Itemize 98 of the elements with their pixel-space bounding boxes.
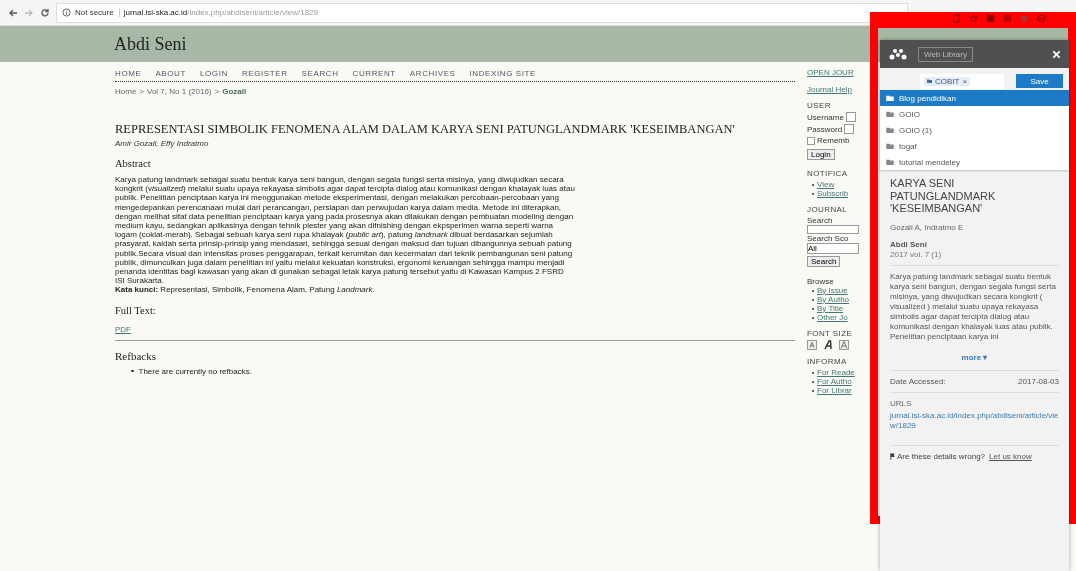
field-label: Password xyxy=(807,124,843,134)
field-label: Search Sco xyxy=(807,234,849,243)
menu-icon[interactable] xyxy=(1037,14,1046,23)
security-label: Not secure xyxy=(75,8,120,17)
people-logo-icon xyxy=(888,48,908,60)
scope-dropdown[interactable]: All xyxy=(807,243,859,254)
font-smaller-icon[interactable] xyxy=(807,340,817,350)
tag-chip[interactable]: COBIT × xyxy=(924,76,971,86)
folder-icon xyxy=(886,111,894,117)
breadcrumb-link[interactable]: Vol 7, No 1 (2016) xyxy=(147,87,212,96)
sidebar-link[interactable]: Other Jo xyxy=(817,313,848,322)
abstract-heading: Abstract xyxy=(115,158,152,169)
folder-item[interactable]: GOIO (1) xyxy=(880,122,1069,138)
address-bar[interactable]: Not secure jurnal.isi-ska.ac.id/index.php/abdiseni/article/view/1829 xyxy=(56,2,908,23)
extension-icon[interactable] xyxy=(952,14,961,23)
sidebar-link[interactable]: Journal Help xyxy=(807,85,852,94)
breadcrumb-separator: > xyxy=(139,87,144,96)
checkbox-label: Rememb xyxy=(817,136,850,145)
document-title: KARYA SENI PATUNGLANDMARK 'KESEIMBANGAN' xyxy=(890,177,997,215)
sidebar-heading: NOTIFICA xyxy=(807,169,848,178)
field-label: Username xyxy=(807,112,844,122)
more-link[interactable]: more ▾ xyxy=(961,352,988,362)
sidebar-link[interactable]: For Librar xyxy=(817,386,852,395)
sidebar-link[interactable]: OPEN JOUR xyxy=(807,68,854,77)
sidebar-link[interactable]: For Reade xyxy=(817,368,855,377)
keywords-text: Kata kunci: Representasi, Simbolik, Fenomena Alam, Patung Landmark. xyxy=(115,285,376,295)
sidebar-link[interactable]: View xyxy=(817,180,835,189)
journal-name: Abdi Seni xyxy=(890,239,928,249)
tag-field[interactable]: COBIT × xyxy=(920,73,1004,89)
tag-label: COBIT xyxy=(935,76,960,86)
nav-link[interactable]: CURRENT xyxy=(352,69,396,78)
abstract-text: Karya patung landmark sebagai suatu bentuk karya seni bangun, dengan segala fungsi serta misinya, yang diwujudkan secara kongkrit (visualized) melalui suatu upaya rekayasa simbolis agar dapat tercipta dialog atau komunikasi dengan khalayak luas atau publik. Penelitian penciptaan karya ini menggunakan metode eksperimentasi, dengan melakukan percobaan-percobaan yang mengedepankan perencanaan mulai dari perancangan, persiapan dan perwujudan karya dalam media. Metode ini diterapkan, dengan melihat sifat data penelitian penciptaan karya yang pada prosesnya akan dilakukan dengan pembuatan modeling dengan medium kayu, sedangkan aplikasinya dengan tehnik plester yang akan difnishing dengan ekpsperimen warna seperti warna logam (coklat-merah). Sebagai sebuah karya seni rupa khalayak (public art), patung landmark dibuat berdasarkan sejumlah prasyarat, kaidah serta prinsip-prinsip yang mendasari, sehingga sesuai dengan maksud dan tujuan dibangunnya sebuah patung publik.Secara visual dan intensitas proses penggarapan, terkait kerumitan dan kecermatan dari teknik pembangunan seni patung publik, dimunculkan juga dalam penelitian ini yaitu melalui kekuatan konstruksi, ergonomi keruangan sehingga mampu menjadi penanda identitas bagi kawasan yang akan di gunakan sebagai letak karya patung tersebut yaitu di Kawasan Kampus 2 FSRD ISI Surakarta. xyxy=(115,175,575,286)
tag-remove-button[interactable]: × xyxy=(962,76,968,86)
pdf-link[interactable]: PDF xyxy=(115,324,131,334)
folder-icon xyxy=(886,159,894,165)
remember-checkbox[interactable] xyxy=(807,136,815,145)
nav-link[interactable]: ABOUT xyxy=(155,69,186,78)
field-label: Search xyxy=(807,216,833,225)
username-field[interactable] xyxy=(845,112,856,122)
article-title: REPRESENTASI SIMBOLIK FENOMENA ALAM DALAM KARYA SENI PATUNGLANDMARK 'KESEIMBANGAN' xyxy=(115,122,736,137)
font-larger-icon[interactable] xyxy=(839,340,849,350)
full-text-heading: Full Text: xyxy=(115,304,157,316)
folder-item[interactable]: togaf xyxy=(880,138,1069,154)
login-button[interactable]: Login xyxy=(807,149,835,160)
site-title: Abdi Seni xyxy=(114,33,187,55)
star-icon[interactable] xyxy=(969,14,978,23)
search-field[interactable] xyxy=(807,225,859,234)
date-value: 2017-08-03 xyxy=(1018,376,1059,386)
urls-label: URLS xyxy=(890,398,913,408)
nav-link[interactable]: REGISTER xyxy=(241,69,288,78)
nav-link[interactable]: SEARCH xyxy=(301,69,339,78)
nav-link[interactable]: ARCHIVES xyxy=(409,69,456,78)
url-link[interactable]: jurnal.isi-ska.ac.id/index.php/abdiseni/article/view/1829 xyxy=(890,410,1059,431)
refbacks-heading: Refbacks xyxy=(115,349,157,362)
folder-icon xyxy=(886,143,894,149)
issue-text: 2017 vol. 7 (1) xyxy=(890,249,943,259)
feedback-link[interactable]: Let us know xyxy=(989,451,1032,461)
date-label: Date Accessed: xyxy=(890,376,946,386)
feedback-text: Are these details wrong? xyxy=(897,451,986,461)
folder-icon xyxy=(886,95,894,101)
back-icon[interactable] xyxy=(8,7,18,18)
browse-label: Browse xyxy=(807,277,834,286)
sidebar-link[interactable]: By Issue xyxy=(817,286,848,295)
article-authors: Amir Gozali, Effy Indratmo xyxy=(115,139,210,148)
reload-icon[interactable] xyxy=(40,7,50,18)
breadcrumb-separator: > xyxy=(214,87,220,96)
folder-icon xyxy=(886,127,894,133)
sidebar-link[interactable]: Subscrib xyxy=(817,189,849,198)
folder-item[interactable]: GOIO xyxy=(880,106,1069,122)
refbacks-text: There are currently no refbacks. xyxy=(138,366,252,376)
nav-link[interactable]: INDEXING SITE xyxy=(469,69,537,78)
sidebar-heading: USER xyxy=(807,101,831,110)
sidebar-heading: JOURNAL xyxy=(807,205,848,214)
save-button[interactable]: Save xyxy=(1016,74,1063,88)
folder-item[interactable]: Blog pendidikan xyxy=(880,90,1069,106)
search-button[interactable]: Search xyxy=(807,256,841,267)
folder-item[interactable]: tutorial mendeley xyxy=(880,154,1069,170)
document-authors: Gozali A, Indratmo E xyxy=(890,222,965,232)
folder-icon xyxy=(927,79,932,83)
breadcrumb-current: Gozali xyxy=(222,87,247,96)
flag-icon xyxy=(890,452,895,460)
document-abstract: Karya patung landmark sebagai suatu bentuk karya seni bangun, dengan segala fungsi serta misinya, yang diwujudkan secara kongkrit ( visualized ) melalui suatu upaya rekayasa simbolis agar dapat tercipta dialog atau komunikasi dengan khalayak luas atau publik. Penelitian penciptaan karya ini xyxy=(890,271,1057,342)
web-library-button[interactable]: Web Library xyxy=(918,46,973,62)
font-default-icon[interactable] xyxy=(823,340,833,350)
nav-link[interactable]: HOME xyxy=(115,69,142,78)
nav-link[interactable]: LOGIN xyxy=(199,69,228,78)
close-icon[interactable] xyxy=(1052,49,1061,59)
sidebar-heading: FONT SIZE xyxy=(807,329,853,338)
sidebar-heading: INFORMA xyxy=(807,357,847,366)
breadcrumb-link[interactable]: Home xyxy=(115,87,137,96)
url-text: jurnal.isi-ska.ac.id/index.php/abdiseni/article/view/1829 xyxy=(123,8,318,17)
info-icon xyxy=(62,8,71,17)
password-field[interactable] xyxy=(844,124,855,134)
sidebar-link[interactable]: By Autho xyxy=(817,295,850,304)
bullet-icon xyxy=(131,369,134,373)
sidebar-link[interactable]: For Autho xyxy=(817,377,852,386)
forward-icon[interactable] xyxy=(24,7,34,18)
sidebar-link[interactable]: By Title xyxy=(817,304,844,313)
